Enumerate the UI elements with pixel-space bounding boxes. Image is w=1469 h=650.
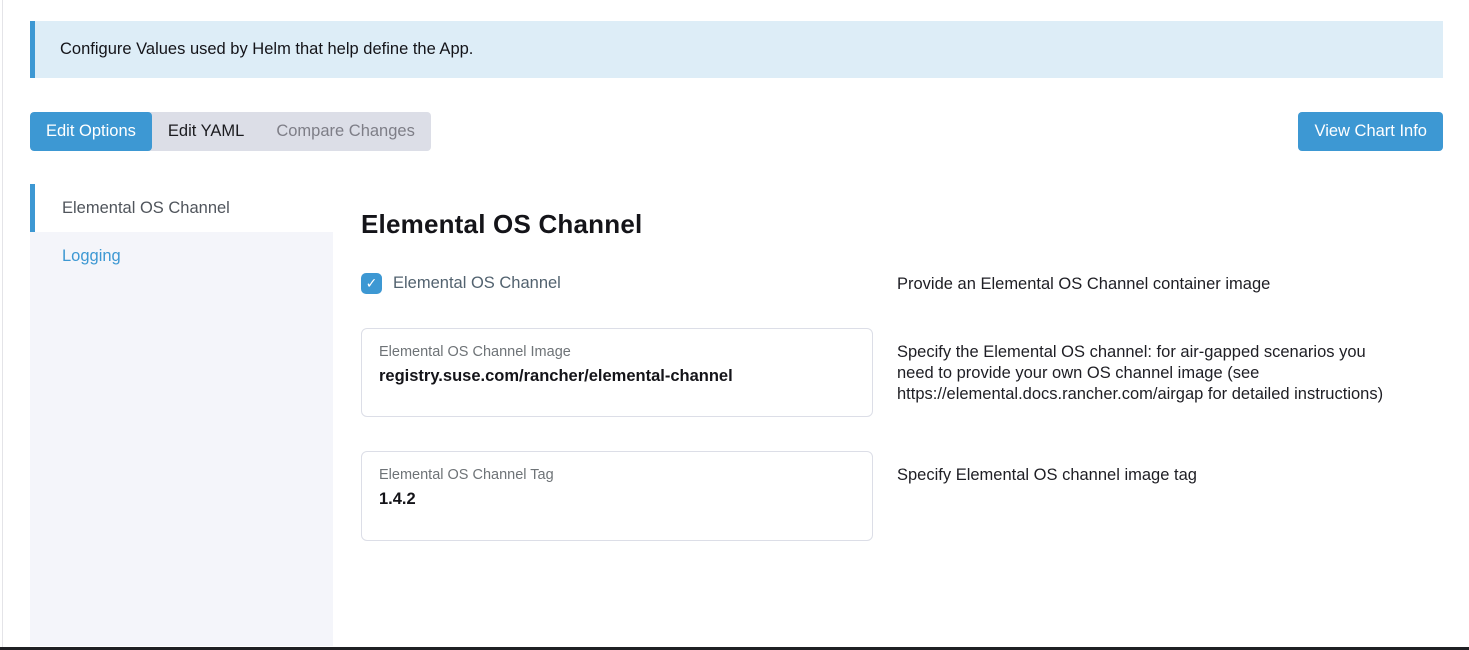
- channel-image-input-box[interactable]: Elemental OS Channel Image: [361, 328, 873, 417]
- info-banner: Configure Values used by Helm that help …: [30, 21, 1443, 78]
- sidebar-item-elemental-os-channel[interactable]: Elemental OS Channel: [30, 184, 333, 232]
- channel-image-field: Elemental OS Channel Image: [361, 328, 873, 417]
- tab-edit-options[interactable]: Edit Options: [30, 112, 152, 151]
- section-form: Elemental OS Channel ✓ Elemental OS Chan…: [361, 184, 1443, 646]
- edit-mode-tab-group: Edit Options Edit YAML Compare Changes: [30, 112, 431, 151]
- checkbox-checked-icon[interactable]: ✓: [361, 273, 382, 294]
- checkbox-description: Provide an Elemental OS Channel containe…: [897, 273, 1389, 295]
- channel-image-input[interactable]: [379, 367, 855, 386]
- channel-tag-description: Specify Elemental OS channel image tag: [897, 451, 1389, 486]
- channel-tag-row: Elemental OS Channel Tag Specify Element…: [361, 451, 1443, 541]
- channel-tag-input[interactable]: [379, 490, 855, 509]
- section-title: Elemental OS Channel: [361, 209, 1443, 240]
- sidebar-item-label: Elemental OS Channel: [62, 199, 230, 218]
- elemental-os-channel-checkbox-wrap: ✓ Elemental OS Channel: [361, 273, 873, 294]
- page-left-border: [2, 0, 3, 650]
- channel-image-row: Elemental OS Channel Image Specify the E…: [361, 328, 1443, 417]
- channel-image-label: Elemental OS Channel Image: [379, 344, 855, 360]
- content-area: Elemental OS Channel Logging Elemental O…: [30, 184, 1443, 646]
- checkbox-field: ✓ Elemental OS Channel: [361, 273, 873, 294]
- info-banner-text: Configure Values used by Helm that help …: [60, 40, 473, 59]
- sidebar-item-label: Logging: [62, 247, 121, 266]
- channel-tag-field: Elemental OS Channel Tag: [361, 451, 873, 541]
- edit-mode-toolbar: Edit Options Edit YAML Compare Changes V…: [30, 112, 1443, 151]
- channel-image-description: Specify the Elemental OS channel: for ai…: [897, 328, 1389, 405]
- channel-tag-label: Elemental OS Channel Tag: [379, 467, 855, 483]
- tab-compare-changes[interactable]: Compare Changes: [260, 112, 431, 151]
- channel-tag-input-box[interactable]: Elemental OS Channel Tag: [361, 451, 873, 541]
- values-section-nav: Elemental OS Channel Logging: [30, 184, 333, 646]
- helm-values-config-page: Configure Values used by Helm that help …: [0, 0, 1469, 646]
- sidebar-item-logging[interactable]: Logging: [30, 232, 333, 280]
- checkbox-label[interactable]: Elemental OS Channel: [393, 274, 561, 293]
- checkbox-row: ✓ Elemental OS Channel Provide an Elemen…: [361, 273, 1443, 295]
- tab-edit-yaml[interactable]: Edit YAML: [152, 112, 260, 151]
- view-chart-info-button[interactable]: View Chart Info: [1298, 112, 1443, 151]
